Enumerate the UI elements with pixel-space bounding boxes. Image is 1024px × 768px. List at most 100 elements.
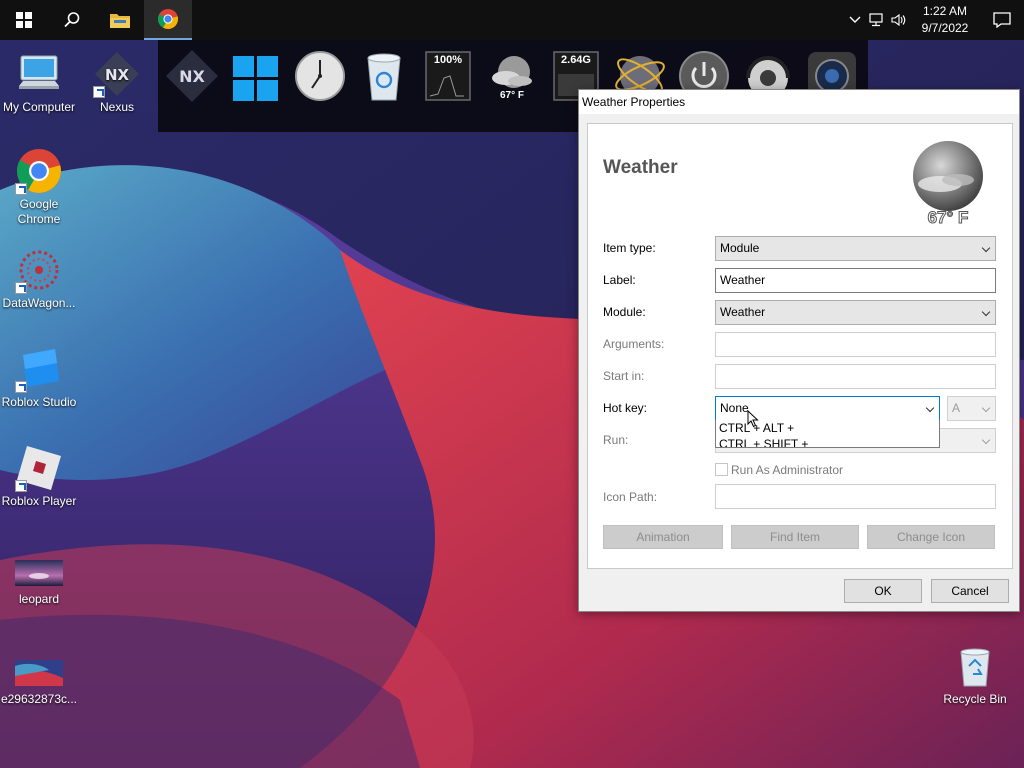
weather-preview: 67° F xyxy=(910,138,986,230)
dock-item-weather[interactable]: 67° F xyxy=(484,48,540,112)
weather-moon-icon xyxy=(913,141,983,211)
label-field-label: Label: xyxy=(603,273,636,287)
dock-item-nexus[interactable]: NX xyxy=(164,48,220,112)
module-value: Weather xyxy=(720,305,766,319)
label-input[interactable]: Weather xyxy=(715,268,996,293)
ok-button[interactable]: OK xyxy=(844,579,922,603)
computer-icon xyxy=(15,50,63,98)
dock-item-cpu-meter[interactable]: 100% xyxy=(420,48,476,112)
nexus-icon: NX xyxy=(93,50,141,98)
roblox-studio-icon xyxy=(15,345,63,393)
weather-cloudy-moon-icon xyxy=(492,56,532,88)
panel-heading: Weather xyxy=(603,157,678,178)
icon-path-label: Icon Path: xyxy=(603,490,658,504)
notification-icon xyxy=(993,12,1011,28)
windows-logo-icon xyxy=(16,12,32,28)
dock-item-clock[interactable] xyxy=(292,48,348,112)
desktop-icon-my-computer[interactable]: My Computer xyxy=(0,50,78,115)
module-select[interactable]: Weather xyxy=(715,300,996,325)
image-thumbnail-icon xyxy=(15,560,63,586)
recycle-bin-icon xyxy=(367,53,401,101)
dialog-title-bar[interactable]: Weather Properties xyxy=(579,90,1019,114)
start-in-label: Start in: xyxy=(603,369,645,383)
shortcut-arrow-icon xyxy=(15,282,27,294)
hot-key-letter-value: A xyxy=(952,401,961,415)
run-label: Run: xyxy=(603,433,629,447)
clock-date: 9/7/2022 xyxy=(921,21,969,35)
chevron-down-icon xyxy=(981,435,991,445)
shortcut-arrow-icon xyxy=(93,86,105,98)
icon-path-input[interactable] xyxy=(715,484,996,509)
module-label: Module: xyxy=(603,305,646,319)
desktop-icon-google-chrome[interactable]: Google Chrome xyxy=(0,147,78,227)
chrome-icon xyxy=(158,9,179,30)
change-icon-button[interactable]: Change Icon xyxy=(867,525,995,549)
item-type-label: Item type: xyxy=(603,241,656,255)
desktop-icon-label: e29632873c... xyxy=(0,692,78,706)
taskbar: 1:22 AM 9/7/2022 xyxy=(0,0,1024,40)
chevron-up-icon xyxy=(849,16,861,23)
desktop-icon-recycle-bin[interactable]: Recycle Bin xyxy=(936,642,1014,707)
desktop-icon-label: Recycle Bin xyxy=(943,692,1007,706)
roblox-player-icon xyxy=(15,444,63,492)
desktop-icon-label: My Computer xyxy=(2,100,76,114)
find-item-button[interactable]: Find Item xyxy=(731,525,859,549)
cancel-button[interactable]: Cancel xyxy=(931,579,1009,603)
dock-item-windows[interactable] xyxy=(228,48,284,112)
ram-meter-value: 2.64G xyxy=(561,54,591,66)
start-in-input[interactable] xyxy=(715,364,996,389)
run-as-admin-label: Run As Administrator xyxy=(731,463,844,477)
desktop-icon-leopard[interactable]: leopard xyxy=(0,560,78,607)
hot-key-value: None xyxy=(720,401,749,415)
desktop-icon-roblox-player[interactable]: Roblox Player xyxy=(0,444,78,509)
weather-properties-dialog: Weather Properties Weather 67° F Item ty… xyxy=(578,89,1020,612)
svg-text:NX: NX xyxy=(105,66,130,84)
desktop-icon-label: Nexus xyxy=(99,100,134,114)
arguments-input[interactable] xyxy=(715,332,996,357)
tray-overflow-button[interactable] xyxy=(844,0,866,40)
desktop-icon-label: Roblox Studio xyxy=(1,395,77,409)
taskbar-clock[interactable]: 1:22 AM 9/7/2022 xyxy=(910,3,980,37)
desktop-icon-e29632873c[interactable]: e29632873c... xyxy=(0,660,78,707)
chrome-icon xyxy=(15,147,63,195)
cpu-meter-value: 100% xyxy=(433,54,463,66)
chrome-taskbar-button[interactable] xyxy=(144,0,192,40)
dock-item-recycle-bin[interactable] xyxy=(356,48,412,112)
svg-text:NX: NX xyxy=(179,67,205,86)
datawagon-icon xyxy=(15,246,63,294)
item-type-value: Module xyxy=(720,241,760,255)
start-button[interactable] xyxy=(0,0,48,40)
volume-tray-button[interactable] xyxy=(888,0,910,40)
clock-time: 1:22 AM xyxy=(922,4,968,18)
windows-logo-icon xyxy=(233,56,278,101)
hot-key-option[interactable]: CTRL + SHIFT + xyxy=(716,436,939,447)
run-as-admin-checkbox[interactable] xyxy=(715,463,728,476)
shortcut-arrow-icon xyxy=(15,480,27,492)
hot-key-letter-select[interactable]: A xyxy=(947,396,996,421)
animation-button[interactable]: Animation xyxy=(603,525,723,549)
clock-icon xyxy=(295,51,345,101)
desktop-icon-nexus[interactable]: NX Nexus xyxy=(78,50,156,115)
search-icon xyxy=(64,12,80,28)
system-tray: 1:22 AM 9/7/2022 xyxy=(844,0,1024,40)
network-tray-button[interactable] xyxy=(866,0,888,40)
desktop-icon-label: DataWagon... xyxy=(2,296,76,310)
network-icon xyxy=(869,13,883,27)
recycle-bin-icon xyxy=(951,642,999,690)
item-type-select[interactable]: Module xyxy=(715,236,996,261)
desktop-icon-roblox-studio[interactable]: Roblox Studio xyxy=(0,345,78,410)
chevron-down-icon xyxy=(981,307,991,317)
file-explorer-taskbar-button[interactable] xyxy=(96,0,144,40)
image-thumbnail-icon xyxy=(15,660,63,686)
search-button[interactable] xyxy=(48,0,96,40)
speaker-icon xyxy=(891,13,906,27)
action-center-button[interactable] xyxy=(980,0,1024,40)
desktop-icon-datawagon[interactable]: DataWagon... xyxy=(0,246,78,311)
chevron-down-icon xyxy=(981,403,991,413)
hot-key-label: Hot key: xyxy=(603,401,648,415)
shortcut-arrow-icon xyxy=(15,381,27,393)
chevron-down-icon xyxy=(981,243,991,253)
shortcut-arrow-icon xyxy=(15,183,27,195)
dock-weather-temp: 67° F xyxy=(499,90,524,101)
chevron-down-icon xyxy=(925,403,935,413)
